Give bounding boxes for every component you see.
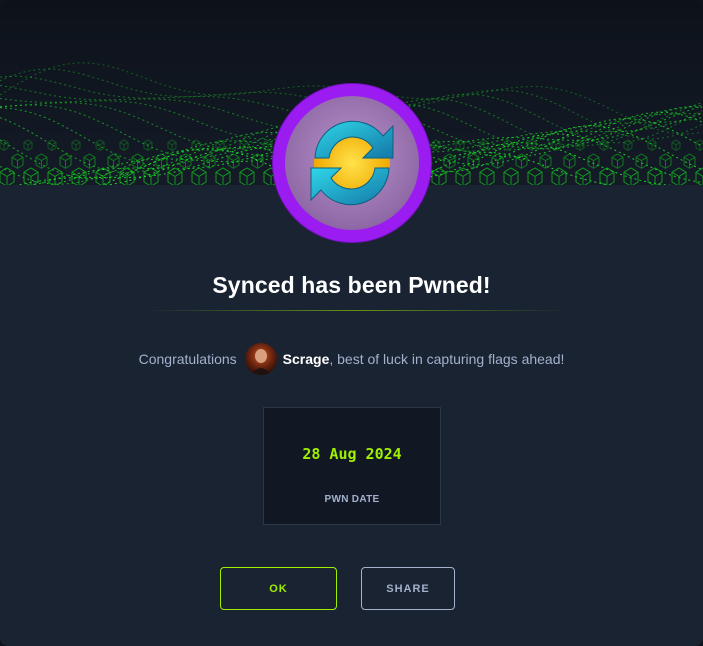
machine-avatar — [273, 84, 431, 242]
machine-avatar-image — [285, 96, 419, 230]
pwn-date-card: 28 Aug 2024 PWN DATE — [263, 407, 441, 525]
sync-arrows-icon — [310, 120, 394, 206]
pwn-date-value: 28 Aug 2024 — [302, 445, 402, 463]
congratulations-message: Congratulations Scrage , best of luck in… — [0, 343, 703, 375]
title-divider — [145, 310, 570, 311]
congrats-suffix: , best of luck in capturing flags ahead! — [329, 351, 565, 367]
pwned-modal: Synced has been Pwned! Congratulations S… — [0, 0, 703, 646]
username: Scrage — [282, 351, 330, 367]
pwn-date-label: PWN DATE — [324, 494, 380, 505]
share-button[interactable]: SHARE — [361, 567, 455, 610]
user-avatar — [244, 343, 277, 375]
modal-title: Synced has been Pwned! — [212, 272, 491, 298]
congrats-prefix: Congratulations — [138, 351, 237, 367]
ok-button[interactable]: OK — [220, 567, 337, 610]
